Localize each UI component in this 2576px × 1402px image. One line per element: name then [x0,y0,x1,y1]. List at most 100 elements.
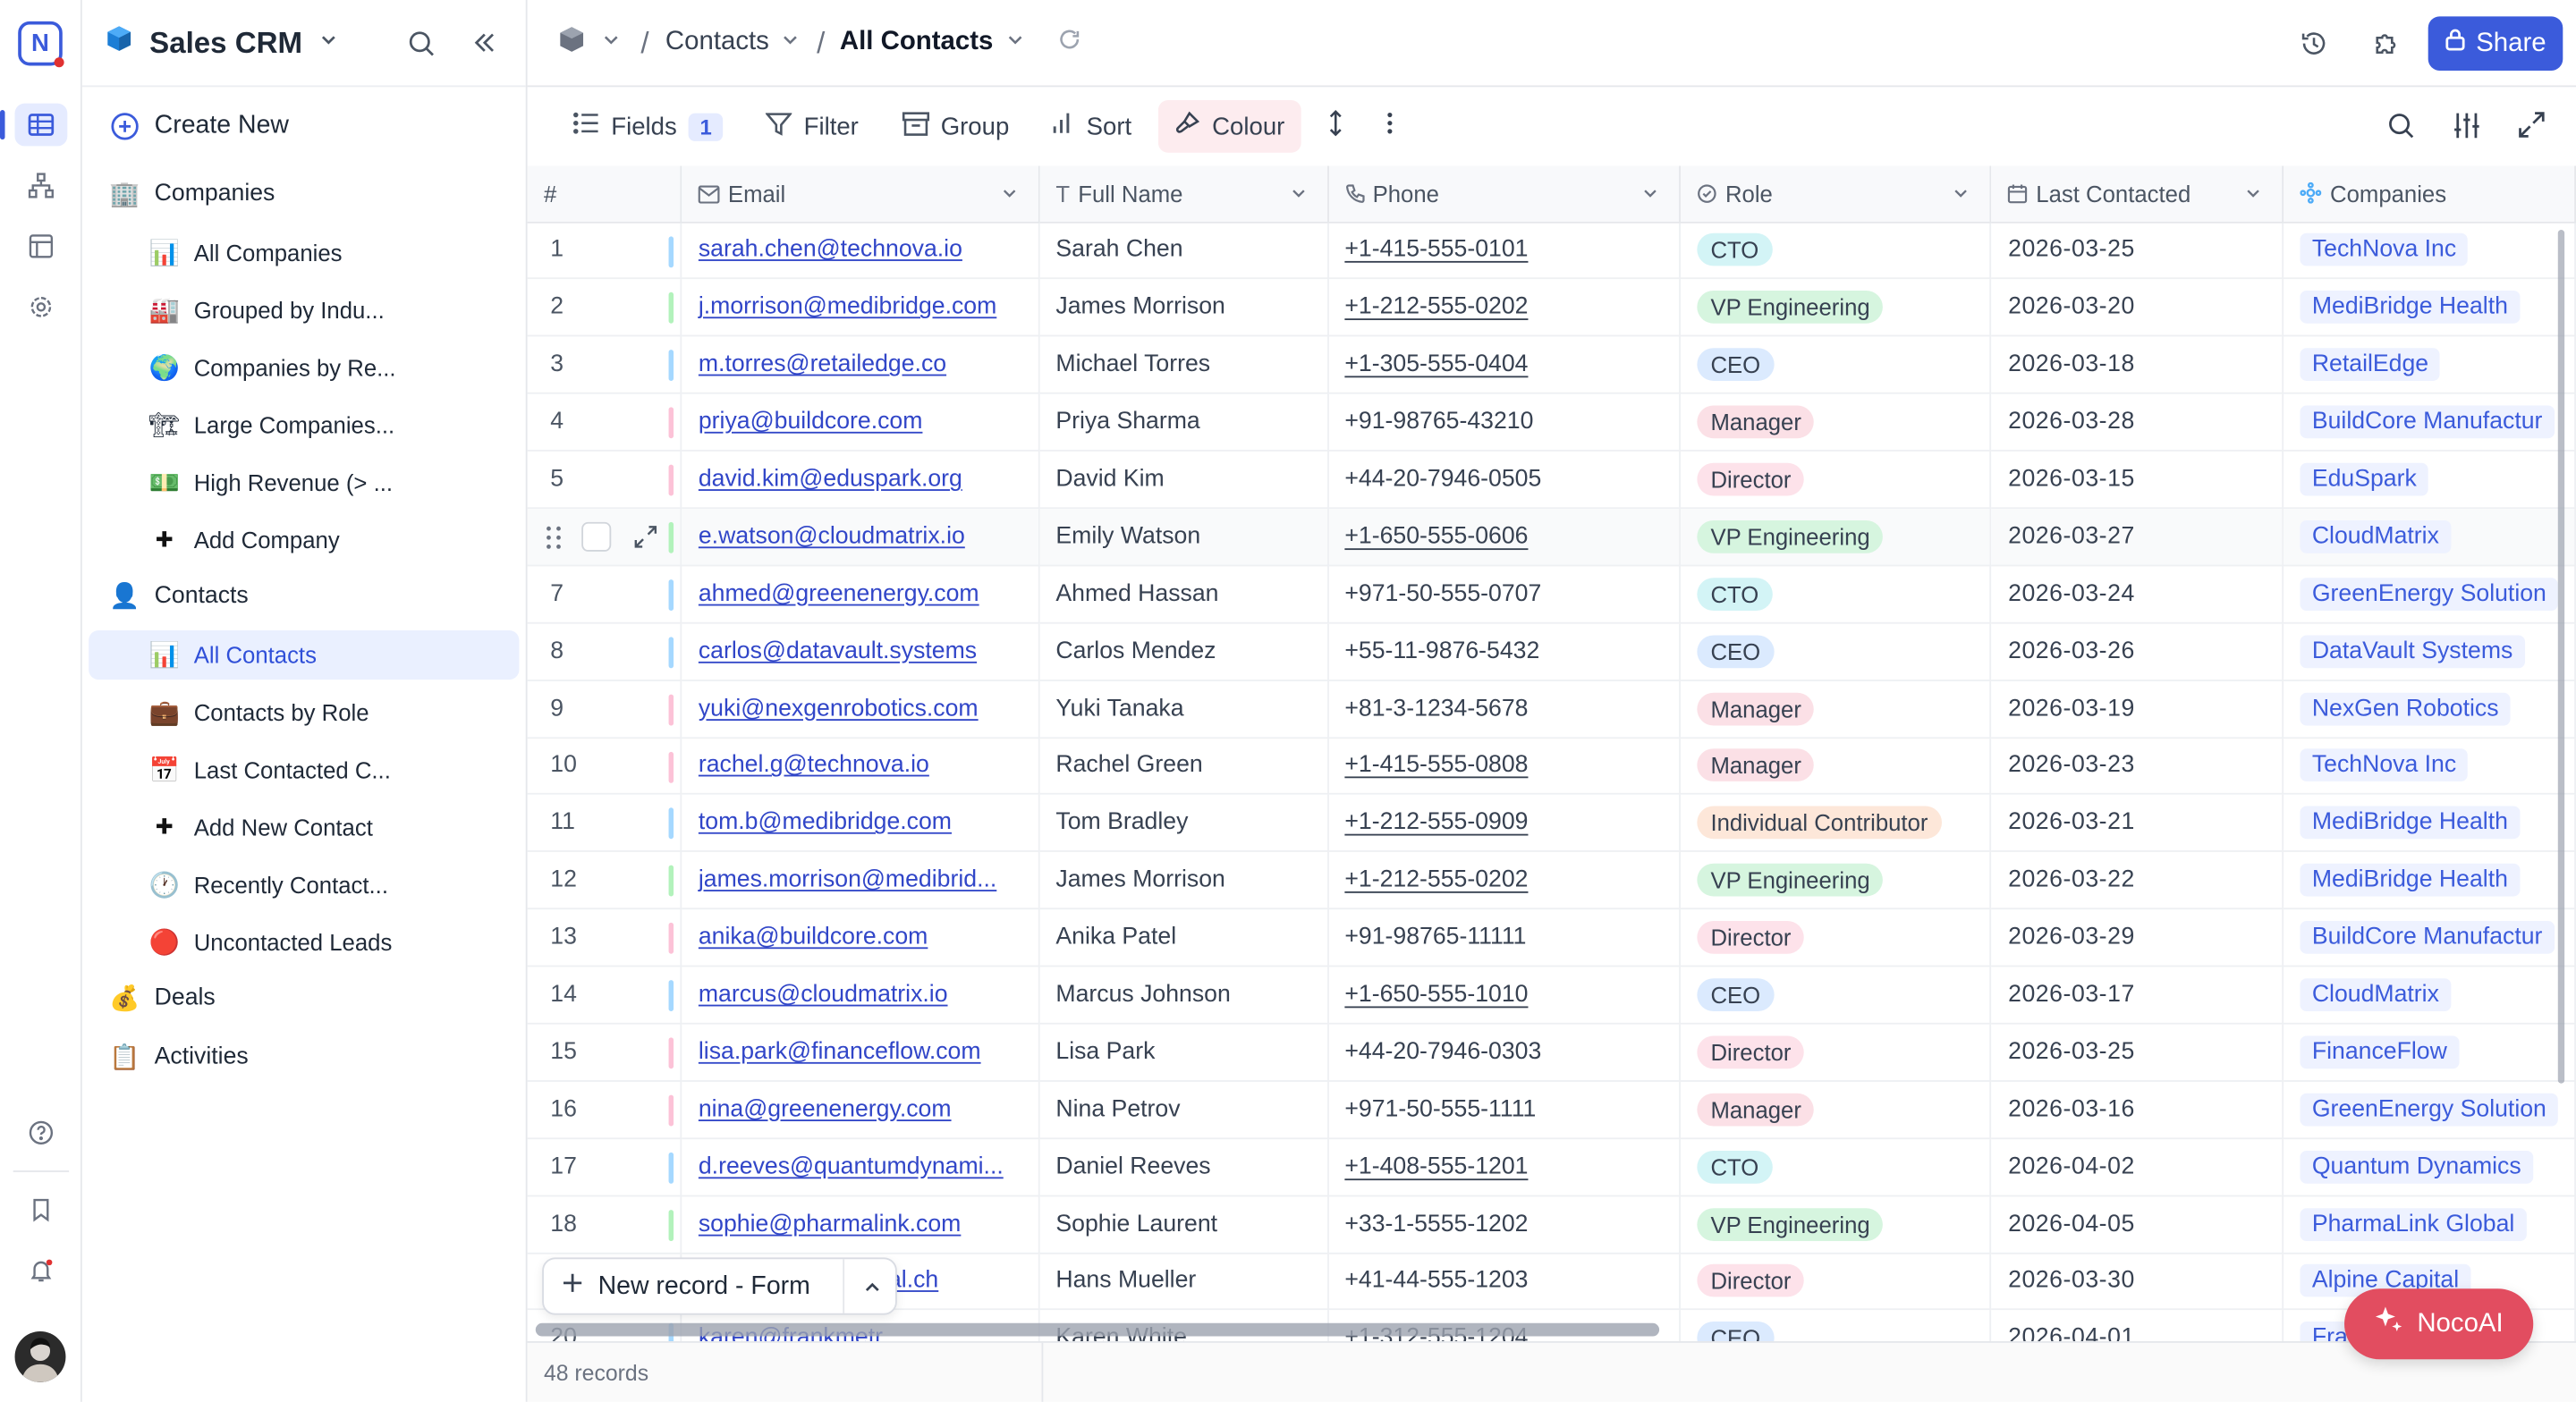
sidebar-item-all-contacts[interactable]: 📊 All Contacts [89,630,520,680]
company-link-chip[interactable]: MediBridge Health [2300,807,2520,840]
role-cell[interactable]: VP Engineering [1680,1195,1992,1254]
row-index-cell[interactable]: 15 [527,1023,682,1082]
new-record-form-button[interactable]: New record - Form [542,1257,897,1315]
sidebar-item-add-company[interactable]: ✚ Add Company [89,516,519,565]
email-link[interactable]: yuki@nexgenrobotics.com [699,696,979,722]
companies-cell[interactable]: CloudMatrix [2283,508,2576,567]
table-row[interactable]: 9 yuki@nexgenrobotics.com Yuki Tanaka +81-3… [527,680,2576,739]
chevron-down-icon[interactable] [601,28,621,57]
full-name-cell[interactable]: Tom Bradley [1038,794,1328,853]
sidebar-item-large-companies[interactable]: 🏗 Large Companies... [89,401,519,450]
history-icon[interactable] [2300,30,2327,65]
table-row[interactable]: 15 lisa.park@financeflow.com Lisa Park +44-… [527,1023,2576,1082]
horizontal-scrollbar[interactable] [535,1322,1660,1337]
reload-icon[interactable] [1057,27,1080,58]
companies-cell[interactable]: Quantum Dynamics [2283,1137,2576,1196]
sidebar-item-contacts-by-role[interactable]: 💼 Contacts by Role [89,688,519,737]
last-contacted-cell[interactable]: 2026-03-15 [1990,451,2284,510]
company-link-chip[interactable]: GreenEnergy Solution [2300,1093,2558,1127]
email-link[interactable]: anika@buildcore.com [699,925,928,950]
create-new-button[interactable]: Create New [89,102,519,151]
chevron-down-icon[interactable] [1000,181,1018,207]
collapse-sidebar-icon[interactable] [471,30,497,64]
sidebar-item-add-new-contact[interactable]: ✚ Add New Contact [89,803,519,852]
row-index-cell[interactable]: 3 [527,335,682,394]
sidebar-item-activities[interactable]: 📋 Activities [89,1033,519,1082]
full-name-cell[interactable]: Carlos Mendez [1038,622,1328,681]
email-link[interactable]: ahmed@greenenergy.com [699,581,979,607]
email-cell[interactable]: david.kim@eduspark.org [681,451,1040,510]
phone-cell[interactable]: +1-305-555-0404 [1327,335,1682,394]
email-link[interactable]: marcus@cloudmatrix.io [699,982,948,1008]
sidebar-item-last-contacted-c[interactable]: 📅 Last Contacted C... [89,746,519,795]
sidebar-item-companies-by-re[interactable]: 🌍 Companies by Re... [89,343,519,393]
sidebar-item-all-companies[interactable]: 📊 All Companies [89,228,519,277]
filter-button[interactable]: Filter [750,100,875,153]
role-cell[interactable]: CEO [1680,335,1992,394]
companies-cell[interactable]: BuildCore Manufactur [2283,393,2576,452]
role-cell[interactable]: CEO [1680,966,1992,1025]
table-row[interactable]: 17 d.reeves@quantumdynami... Daniel Reeves… [527,1137,2576,1196]
email-cell[interactable]: james.morrison@medibrid... [681,851,1040,910]
companies-cell[interactable]: PharmaLink Global [2283,1195,2576,1254]
company-link-chip[interactable]: PharmaLink Global [2300,1207,2527,1241]
companies-cell[interactable]: EduSpark [2283,451,2576,510]
row-index-cell[interactable]: 14 [527,966,682,1025]
sort-button[interactable]: Sort [1036,100,1148,153]
role-cell[interactable]: Individual Contributor [1680,794,1992,853]
last-contacted-cell[interactable]: 2026-03-20 [1990,278,2284,337]
last-contacted-cell[interactable]: 2026-04-02 [1990,1137,2284,1196]
table-row[interactable]: 16 nina@greenenergy.com Nina Petrov +971-50… [527,1080,2576,1139]
phone-cell[interactable]: +44-20-7946-0505 [1327,451,1682,510]
email-cell[interactable]: sophie@pharmalink.com [681,1195,1040,1254]
column-header-role[interactable]: Role [1680,165,1992,223]
row-index-cell[interactable]: 18 [527,1195,682,1254]
phone-cell[interactable]: +1-212-555-0909 [1327,794,1682,853]
table-row[interactable]: 4 priya@buildcore.com Priya Sharma +91-9876… [527,393,2576,452]
email-cell[interactable]: yuki@nexgenrobotics.com [681,680,1040,739]
extension-puzzle-icon[interactable] [2372,30,2400,65]
drag-handle-icon[interactable] [546,525,562,556]
column-header-phone[interactable]: Phone [1327,165,1682,223]
role-cell[interactable]: Director [1680,451,1992,510]
role-cell[interactable]: VP Engineering [1680,508,1992,567]
sidebar-item-contacts[interactable]: 👤 Contacts [89,571,519,621]
table-row[interactable]: 14 marcus@cloudmatrix.io Marcus Johnson +1-… [527,966,2576,1025]
row-index-cell[interactable]: 16 [527,1080,682,1139]
chevron-down-icon[interactable] [1953,181,1970,207]
email-cell[interactable]: d.reeves@quantumdynami... [681,1137,1040,1196]
expand-record-icon[interactable] [634,525,657,554]
full-name-cell[interactable]: Priya Sharma [1038,393,1328,452]
table-row[interactable]: 10 rachel.g@technova.io Rachel Green +1-415… [527,737,2576,796]
row-index-cell[interactable]: 1 [527,221,682,280]
bookmark-icon[interactable] [15,1188,68,1231]
nocodb-logo-icon[interactable]: N [18,21,64,68]
column-header-email[interactable]: Email [681,165,1040,223]
role-cell[interactable]: VP Engineering [1680,278,1992,337]
row-index-cell[interactable]: 9 [527,680,682,739]
company-link-chip[interactable]: DataVault Systems [2300,634,2525,668]
chevron-down-icon[interactable] [1641,181,1659,207]
email-link[interactable]: tom.b@medibridge.com [699,810,952,836]
role-cell[interactable]: Director [1680,1023,1992,1082]
search-icon[interactable] [2387,112,2415,147]
layout-icon[interactable] [15,225,68,268]
role-cell[interactable]: Manager [1680,737,1992,796]
email-link[interactable]: e.watson@cloudmatrix.io [699,523,965,549]
column-header-last-contacted[interactable]: Last Contacted [1990,165,2284,223]
full-name-cell[interactable]: Sophie Laurent [1038,1195,1328,1254]
row-index-cell[interactable]: 4 [527,393,682,452]
email-cell[interactable]: priya@buildcore.com [681,393,1040,452]
email-cell[interactable]: j.morrison@medibridge.com [681,278,1040,337]
chevron-down-icon[interactable] [781,28,801,57]
phone-cell[interactable]: +91-98765-11111 [1327,908,1682,967]
phone-cell[interactable]: +41-44-555-1203 [1327,1252,1682,1311]
companies-cell[interactable]: RetailEdge [2283,335,2576,394]
full-name-cell[interactable]: Daniel Reeves [1038,1137,1328,1196]
phone-cell[interactable]: +971-50-555-1111 [1327,1080,1682,1139]
last-contacted-cell[interactable]: 2026-03-22 [1990,851,2284,910]
role-cell[interactable]: CTO [1680,1137,1992,1196]
company-link-chip[interactable]: BuildCore Manufactur [2300,921,2555,954]
last-contacted-cell[interactable]: 2026-03-24 [1990,565,2284,624]
role-cell[interactable]: CEO [1680,622,1992,681]
